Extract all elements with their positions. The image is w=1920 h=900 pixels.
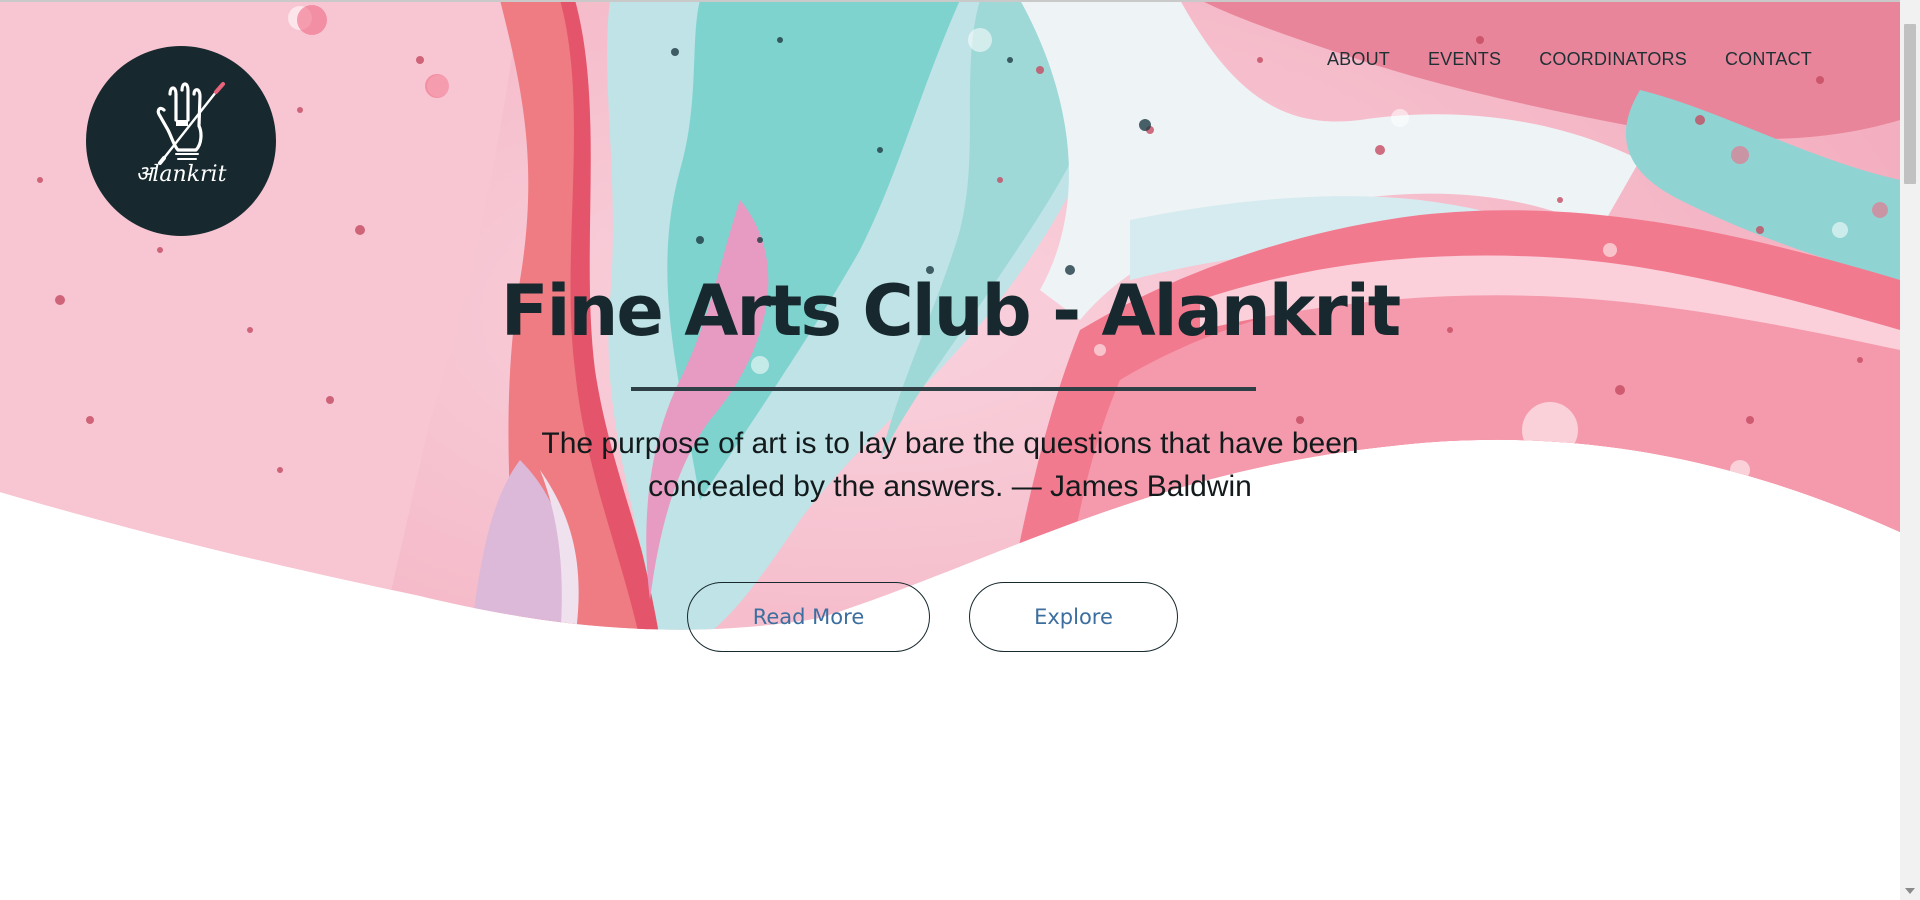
nav-item-contact[interactable]: CONTACT	[1725, 49, 1812, 70]
browser-top-border	[0, 0, 1900, 2]
explore-button[interactable]: Explore	[969, 582, 1178, 652]
quote-line-1: The purpose of art is to lay bare the qu…	[541, 427, 1359, 460]
hero-quote: The purpose of art is to lay bare the qu…	[0, 422, 1900, 508]
title-divider	[631, 387, 1256, 391]
hero-title: Fine Arts Club - Alankrit	[500, 270, 1402, 352]
main-nav: ABOUT EVENTS COORDINATORS CONTACT	[1327, 49, 1812, 70]
hand-with-brush-logo-icon	[156, 82, 225, 165]
quote-line-2: concealed by the answers. — James Baldwi…	[648, 470, 1252, 503]
alankrit-logo[interactable]: अlankrit	[86, 46, 276, 236]
nav-item-about[interactable]: ABOUT	[1327, 49, 1390, 70]
scroll-down-arrow-icon[interactable]	[1900, 882, 1920, 900]
vertical-scrollbar[interactable]	[1900, 0, 1920, 900]
nav-item-events[interactable]: EVENTS	[1428, 49, 1501, 70]
scrollbar-thumb[interactable]	[1904, 24, 1916, 184]
logo-wordmark: अlankrit	[135, 162, 227, 187]
nav-item-coordinators[interactable]: COORDINATORS	[1539, 49, 1687, 70]
page: अlankrit ABOUT EVENTS COORDINATORS CONTA…	[0, 0, 1900, 900]
read-more-button[interactable]: Read More	[687, 582, 930, 652]
